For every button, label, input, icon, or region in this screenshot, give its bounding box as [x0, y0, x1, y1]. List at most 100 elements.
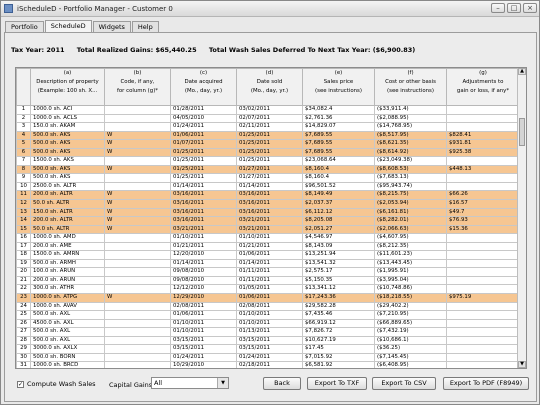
- table-cell-e[interactable]: $6,112.12: [302, 207, 375, 218]
- table-cell-f[interactable]: ($66,889.65): [374, 318, 447, 329]
- table-cell-e[interactable]: $8,160.4: [302, 164, 375, 175]
- table-cell-f[interactable]: ($7,210.95): [374, 310, 447, 320]
- table-cell-d[interactable]: 01/25/2011: [236, 156, 303, 166]
- table-cell-b[interactable]: W: [104, 130, 171, 141]
- table-cell-c[interactable]: 01/10/2011: [170, 318, 237, 329]
- table-cell-c[interactable]: 01/25/2011: [170, 164, 237, 175]
- compute-wash-sales-checkbox[interactable]: ✓ Compute Wash Sales: [17, 380, 96, 388]
- table-cell-n[interactable]: 19: [16, 258, 31, 269]
- table-cell-f[interactable]: ($36.25): [374, 344, 447, 354]
- table-cell-n[interactable]: 5: [16, 139, 31, 149]
- table-cell-g[interactable]: [446, 275, 520, 286]
- export-pdf-button[interactable]: Export To PDF (F8949): [443, 377, 529, 390]
- table-row[interactable]: 20 100.0 sh. ARUN 09/08/2010 01/11/2011 $2,5…: [16, 267, 520, 277]
- table-cell-a[interactable]: 50.0 sh. ALTR: [30, 224, 105, 235]
- table-cell-e[interactable]: $8,143.09: [302, 241, 375, 252]
- table-cell-f[interactable]: ($7,683.13): [374, 173, 447, 183]
- table-cell-c[interactable]: 12/29/2010: [170, 293, 237, 303]
- table-row[interactable]: 16 1000.0 sh. AMD 01/10/2011 01/10/2011 $4,5…: [16, 233, 520, 243]
- table-cell-f[interactable]: ($7,432.19): [374, 327, 447, 337]
- table-cell-e[interactable]: $96,501.52: [302, 181, 375, 192]
- table-cell-b[interactable]: [104, 327, 171, 337]
- table-cell-a[interactable]: 1000.0 sh. AVAV: [30, 301, 105, 312]
- table-cell-g[interactable]: [446, 284, 520, 295]
- table-cell-g[interactable]: [446, 310, 520, 320]
- table-cell-c[interactable]: 01/28/2011: [170, 105, 237, 115]
- export-csv-button[interactable]: Export To CSV: [372, 377, 436, 390]
- table-cell-e[interactable]: $66,919.12: [302, 318, 375, 329]
- table-cell-f[interactable]: ($2,053.94): [374, 199, 447, 209]
- table-cell-c[interactable]: 03/15/2011: [170, 335, 237, 346]
- table-cell-d[interactable]: 03/16/2011: [236, 190, 303, 200]
- table-row[interactable]: 21 200.0 sh. ARUN 09/08/2010 01/11/2011 $5,1…: [16, 275, 520, 286]
- table-cell-e[interactable]: $2,037.37: [302, 199, 375, 209]
- table-cell-e[interactable]: $17.45: [302, 344, 375, 354]
- table-cell-f[interactable]: ($3,995.04): [374, 275, 447, 286]
- table-cell-f[interactable]: ($18,218.55): [374, 293, 447, 303]
- table-cell-f[interactable]: ($1,995.91): [374, 267, 447, 277]
- table-cell-n[interactable]: 30: [16, 352, 31, 363]
- table-row[interactable]: 13 150.0 sh. ALTR W 03/16/2011 03/16/2011 $6,…: [16, 207, 520, 218]
- table-cell-d[interactable]: 01/10/2011: [236, 233, 303, 243]
- table-cell-d[interactable]: 01/06/2011: [236, 250, 303, 260]
- table-cell-e[interactable]: $8,160.4: [302, 173, 375, 183]
- table-cell-b[interactable]: [104, 241, 171, 252]
- table-cell-c[interactable]: 09/08/2010: [170, 275, 237, 286]
- table-cell-g[interactable]: $49.7: [446, 207, 520, 218]
- table-cell-d[interactable]: 01/13/2011: [236, 327, 303, 337]
- table-row[interactable]: 26 4500.0 sh. AXL 01/10/2011 01/10/2011 $66,…: [16, 318, 520, 329]
- table-cell-d[interactable]: 02/08/2011: [236, 301, 303, 312]
- table-cell-d[interactable]: 01/11/2011: [236, 267, 303, 277]
- table-cell-e[interactable]: $7,826.72: [302, 327, 375, 337]
- table-cell-a[interactable]: 200.0 sh. ARUN: [30, 275, 105, 286]
- capital-gains-select[interactable]: All ▼: [151, 377, 229, 389]
- table-cell-e[interactable]: $2,761.36: [302, 113, 375, 124]
- table-cell-a[interactable]: 500.0 sh. BORN: [30, 352, 105, 363]
- table-cell-d[interactable]: 01/06/2011: [236, 293, 303, 303]
- table-cell-f[interactable]: ($8,215.75): [374, 190, 447, 200]
- table-cell-a[interactable]: 500.0 sh. AXL: [30, 335, 105, 346]
- table-cell-g[interactable]: [446, 241, 520, 252]
- table-cell-b[interactable]: W: [104, 207, 171, 218]
- table-cell-f[interactable]: ($13,443.45): [374, 258, 447, 269]
- table-cell-c[interactable]: 01/21/2011: [170, 241, 237, 252]
- scroll-thumb[interactable]: [519, 118, 525, 146]
- table-cell-a[interactable]: 4500.0 sh. AXL: [30, 318, 105, 329]
- table-cell-n[interactable]: 27: [16, 327, 31, 337]
- table-cell-f[interactable]: ($10,686.1): [374, 335, 447, 346]
- table-cell-f[interactable]: ($8,608.53): [374, 164, 447, 175]
- table-cell-g[interactable]: $15.36: [446, 224, 520, 235]
- checkbox-check-icon[interactable]: ✓: [17, 380, 24, 388]
- table-cell-e[interactable]: $34,082.4: [302, 105, 375, 115]
- table-cell-g[interactable]: $76.93: [446, 216, 520, 226]
- table-cell-b[interactable]: [104, 318, 171, 329]
- table-cell-a[interactable]: 200.0 sh. ALTR: [30, 190, 105, 200]
- table-cell-n[interactable]: 10: [16, 181, 31, 192]
- table-cell-n[interactable]: 1: [16, 105, 31, 115]
- table-cell-d[interactable]: 02/18/2011: [236, 361, 303, 368]
- table-cell-g[interactable]: [446, 173, 520, 183]
- table-cell-c[interactable]: 10/29/2010: [170, 361, 237, 368]
- tab-portfolio[interactable]: Portfolio: [5, 21, 44, 32]
- table-cell-f[interactable]: ($4,607.95): [374, 233, 447, 243]
- table-row[interactable]: 9 500.0 sh. AKS 01/25/2011 01/27/2011 $8,160…: [16, 173, 520, 183]
- table-cell-g[interactable]: [446, 156, 520, 166]
- table-row[interactable]: 11 200.0 sh. ALTR W 03/16/2011 03/16/2011 $8,…: [16, 190, 520, 200]
- table-cell-a[interactable]: 300.0 sh. ATHR: [30, 284, 105, 295]
- table-cell-b[interactable]: [104, 156, 171, 166]
- table-cell-c[interactable]: 01/24/2011: [170, 122, 237, 132]
- table-cell-f[interactable]: ($6,408.95): [374, 361, 447, 368]
- table-cell-b[interactable]: [104, 352, 171, 363]
- table-row[interactable]: 12 50.0 sh. ALTR W 03/16/2011 03/16/2011 $2,0…: [16, 199, 520, 209]
- table-cell-g[interactable]: $931.81: [446, 139, 520, 149]
- table-cell-c[interactable]: 09/08/2010: [170, 267, 237, 277]
- table-row[interactable]: 27 500.0 sh. AXL 01/10/2011 01/13/2011 $7,82…: [16, 327, 520, 337]
- table-cell-c[interactable]: 01/25/2011: [170, 173, 237, 183]
- tab-scheduled[interactable]: ScheduleD: [44, 20, 92, 32]
- table-cell-b[interactable]: [104, 361, 171, 368]
- table-cell-c[interactable]: 02/08/2011: [170, 301, 237, 312]
- table-cell-a[interactable]: 200.0 sh. ALTR: [30, 216, 105, 226]
- table-cell-f[interactable]: ($2,088.95): [374, 113, 447, 124]
- table-cell-g[interactable]: [446, 233, 520, 243]
- table-cell-c[interactable]: 03/16/2011: [170, 199, 237, 209]
